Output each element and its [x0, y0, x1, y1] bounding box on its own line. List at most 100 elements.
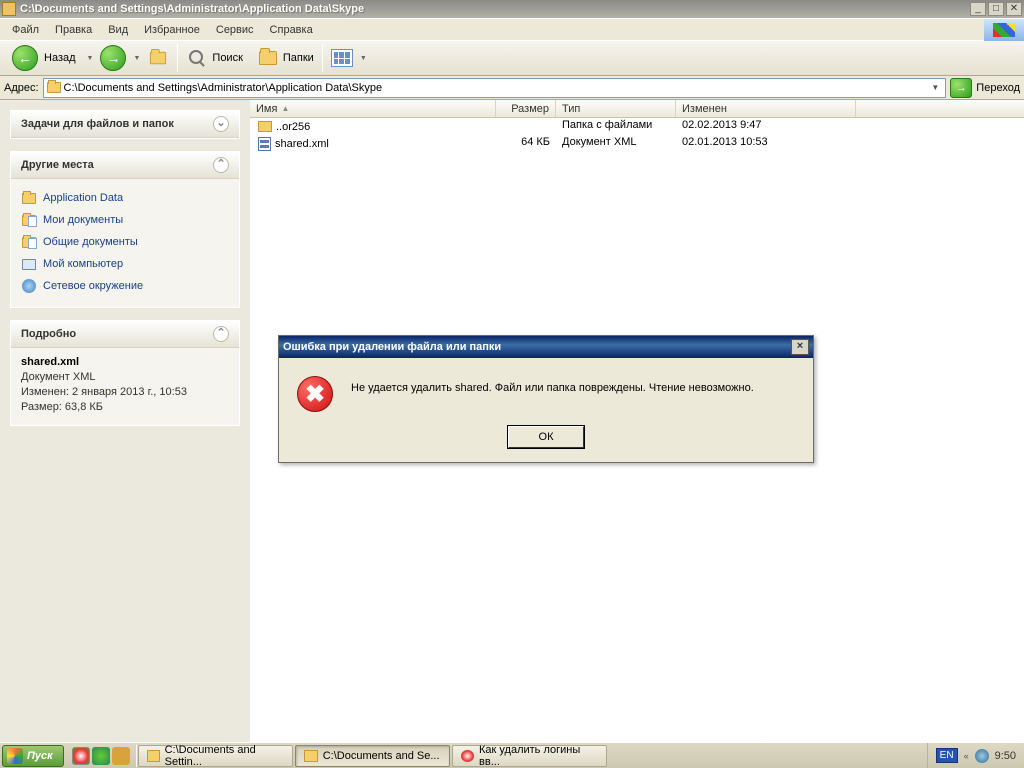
error-icon: ✖ [297, 376, 333, 412]
dialog-message: Не удается удалить shared. Файл или папк… [351, 376, 754, 394]
forward-history-dropdown[interactable]: ▼ [130, 55, 143, 62]
address-bar: Адрес: ▼ → Переход [0, 76, 1024, 100]
taskbar-button-label: C:\Documents and Settin... [165, 744, 284, 768]
window-title: C:\Documents and Settings\Administrator\… [20, 3, 970, 15]
ok-button[interactable]: ОК [508, 426, 584, 448]
folder-icon [2, 2, 16, 16]
sort-asc-icon: ▲ [281, 104, 289, 113]
file-size: 64 КБ [496, 135, 556, 152]
collapse-icon[interactable]: ⌃ [213, 326, 229, 342]
folders-icon [257, 47, 279, 69]
forward-button[interactable]: → [100, 45, 126, 71]
col-modified[interactable]: Изменен [676, 100, 856, 117]
details-modified: Изменен: 2 января 2013 г., 10:53 [21, 385, 229, 400]
chrome-icon[interactable] [72, 747, 90, 765]
details-filename: shared.xml [21, 356, 229, 368]
details-type: Документ XML [21, 370, 229, 385]
file-type: Папка с файлами [556, 118, 676, 135]
col-type[interactable]: Тип [556, 100, 676, 117]
col-name[interactable]: Имя▲ [250, 100, 496, 117]
language-indicator[interactable]: EN [936, 748, 958, 763]
menu-help[interactable]: Справка [262, 21, 321, 39]
error-dialog: Ошибка при удалении файла или папки × ✖ … [278, 335, 814, 463]
xml-file-icon [258, 137, 271, 151]
back-label: Назад [42, 52, 80, 64]
panel-title-places: Другие места [21, 159, 94, 171]
panel-title-details: Подробно [21, 328, 76, 340]
collapse-icon[interactable]: ⌄ [213, 116, 229, 132]
col-size[interactable]: Размер [496, 100, 556, 117]
panel-head-details[interactable]: Подробно ⌃ [11, 321, 239, 348]
views-button[interactable] [331, 49, 353, 67]
menu-favorites[interactable]: Избранное [136, 21, 208, 39]
folder-icon [46, 80, 62, 96]
windows-logo-icon [7, 748, 23, 764]
up-folder-button[interactable] [147, 47, 169, 69]
taskbar-button-label: Как удалить логины вв... [479, 744, 598, 768]
file-size [496, 118, 556, 135]
file-row[interactable]: shared.xml 64 КБ Документ XML 02.01.2013… [250, 135, 1024, 152]
menu-edit[interactable]: Правка [47, 21, 100, 39]
close-button[interactable]: ✕ [1006, 2, 1022, 16]
chrome-icon [461, 750, 474, 762]
file-name: ..or256 [276, 121, 310, 133]
clock[interactable]: 9:50 [995, 750, 1016, 762]
details-size: Размер: 63,8 КБ [21, 400, 229, 415]
menu-file[interactable]: Файл [4, 21, 47, 39]
utorrent-icon[interactable] [92, 747, 110, 765]
dialog-titlebar[interactable]: Ошибка при удалении файла или папки × [279, 336, 813, 358]
minimize-button[interactable]: _ [970, 2, 986, 16]
taskbar-button[interactable]: C:\Documents and Settin... [138, 745, 293, 767]
address-label: Адрес: [4, 82, 39, 94]
back-button[interactable]: ← [12, 45, 38, 71]
panel-title-tasks: Задачи для файлов и папок [21, 118, 174, 130]
taskbar-button[interactable]: Как удалить логины вв... [452, 745, 607, 767]
window-titlebar: C:\Documents and Settings\Administrator\… [0, 0, 1024, 18]
menu-tools[interactable]: Сервис [208, 21, 262, 39]
windows-logo-icon [984, 19, 1024, 41]
file-type: Документ XML [556, 135, 676, 152]
start-button[interactable]: Пуск [2, 745, 64, 767]
taskbar: Пуск C:\Documents and Settin... C:\Docum… [0, 742, 1024, 768]
app-icon[interactable] [112, 747, 130, 765]
folder-icon [258, 121, 272, 132]
file-modified: 02.01.2013 10:53 [676, 135, 856, 152]
taskbar-button-label: C:\Documents and Se... [323, 750, 440, 762]
go-button[interactable]: → [950, 78, 972, 98]
system-tray: EN « 9:50 [927, 743, 1024, 768]
place-appdata[interactable]: Application Data [21, 187, 229, 209]
folders-button[interactable]: Папки [283, 52, 314, 64]
menu-bar: Файл Правка Вид Избранное Сервис Справка [0, 18, 1024, 40]
address-input[interactable] [62, 80, 928, 96]
folder-icon [147, 750, 160, 762]
collapse-icon[interactable]: ⌃ [213, 157, 229, 173]
place-mydocs[interactable]: Мои документы [21, 209, 229, 231]
quick-launch [66, 747, 136, 765]
place-mycomputer[interactable]: Мой компьютер [21, 253, 229, 275]
place-shareddocs[interactable]: Общие документы [21, 231, 229, 253]
panel-details: Подробно ⌃ shared.xml Документ XML Измен… [10, 320, 240, 426]
menu-view[interactable]: Вид [100, 21, 136, 39]
back-history-dropdown[interactable]: ▼ [84, 55, 97, 62]
panel-head-places[interactable]: Другие места ⌃ [11, 152, 239, 179]
address-field-wrap: ▼ [43, 78, 947, 98]
tray-expand-icon[interactable]: « [964, 751, 969, 761]
search-icon [186, 47, 208, 69]
maximize-button[interactable]: □ [988, 2, 1004, 16]
panel-head-tasks[interactable]: Задачи для файлов и папок ⌄ [11, 111, 239, 138]
go-label: Переход [976, 82, 1020, 94]
places-list: Application Data Мои документы Общие док… [21, 187, 229, 297]
dialog-close-button[interactable]: × [791, 339, 809, 355]
place-network[interactable]: Сетевое окружение [21, 275, 229, 297]
views-dropdown[interactable]: ▼ [357, 55, 370, 62]
address-dropdown[interactable]: ▼ [927, 83, 943, 92]
taskbar-button-active[interactable]: C:\Documents and Se... [295, 745, 450, 767]
start-label: Пуск [27, 750, 53, 762]
panel-other-places: Другие места ⌃ Application Data Мои доку… [10, 151, 240, 308]
tray-icon[interactable] [975, 749, 989, 763]
search-button[interactable]: Поиск [212, 52, 242, 64]
file-modified: 02.02.2013 9:47 [676, 118, 856, 135]
file-name: shared.xml [275, 138, 329, 150]
file-row[interactable]: ..or256 Папка с файлами 02.02.2013 9:47 [250, 118, 1024, 135]
column-headers: Имя▲ Размер Тип Изменен [250, 100, 1024, 118]
